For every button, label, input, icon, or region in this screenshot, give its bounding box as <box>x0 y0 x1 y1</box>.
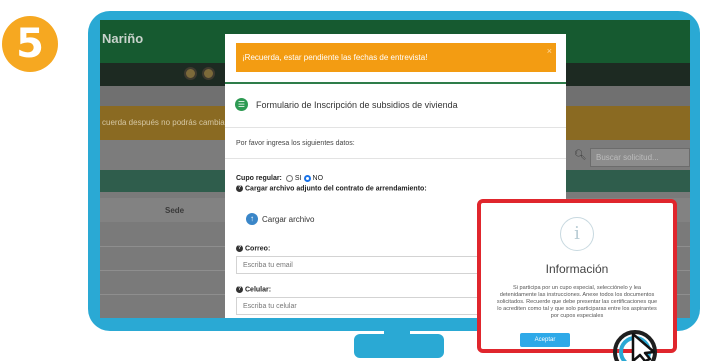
interview-alert: ¡Recuerda, estar pendiente las fechas de… <box>236 43 556 72</box>
info-body: Si participa por un cupo especial, selec… <box>496 285 658 319</box>
bg-column-sede: Sede <box>165 206 185 215</box>
question-icon: ? <box>236 286 243 293</box>
question-icon: ? <box>236 185 243 192</box>
cupo-label: Cupo regular: <box>236 175 282 182</box>
info-icon: i <box>560 217 594 251</box>
monitor-stand <box>354 334 444 358</box>
modal-divider <box>225 82 566 84</box>
phone-label: Celular: <box>245 286 272 294</box>
modal-title-row: ☰ Formulario de Inscripción de subsidios… <box>235 98 458 111</box>
question-icon: ? <box>236 245 243 252</box>
modal-title: Formulario de Inscripción de subsidios d… <box>256 99 458 110</box>
upload-file-label: Cargar archivo <box>262 214 315 224</box>
step-number-badge: 5 <box>2 16 58 72</box>
alert-text: ¡Recuerda, estar pendiente las fechas de… <box>242 53 428 62</box>
form-icon: ☰ <box>235 98 248 111</box>
bg-circle-icon <box>202 67 215 80</box>
bg-search-placeholder: Buscar solicitud... <box>596 153 659 162</box>
form-instructions: Por favor ingresa los siguientes datos: <box>236 140 355 147</box>
contract-label: Cargar archivo adjunto del contrato de a… <box>245 185 427 193</box>
pointer-cursor-icon <box>613 330 657 361</box>
phone-label-row: ? Celular: <box>236 286 271 293</box>
bg-app-brand: Nariño <box>102 31 144 46</box>
upload-file-button[interactable]: ↑ Cargar archivo <box>246 213 314 225</box>
cupo-no-label: NO <box>312 175 324 182</box>
info-title: Información <box>545 262 609 276</box>
modal-divider <box>225 158 566 159</box>
accept-button[interactable]: Aceptar <box>520 333 570 347</box>
cupo-regular-group: Cupo regular: SI NO <box>236 175 323 182</box>
cupo-no-radio[interactable] <box>303 175 311 182</box>
email-label: Correo: <box>245 245 271 253</box>
modal-divider <box>225 127 566 128</box>
bg-circle-icon <box>184 67 197 80</box>
tutorial-stage: 5 Nariño cuerda después no podrás cambia… <box>0 0 711 361</box>
bg-warning-text: cuerda después no podrás cambia <box>102 118 225 127</box>
cupo-si-label: SI <box>294 175 302 182</box>
contract-label-row: ? Cargar archivo adjunto del contrato de … <box>236 185 427 192</box>
email-label-row: ? Correo: <box>236 245 270 252</box>
close-icon[interactable]: × <box>547 46 552 56</box>
bg-toolbar-icons <box>184 67 215 80</box>
upload-icon: ↑ <box>246 213 258 225</box>
cupo-si-radio[interactable] <box>285 175 293 182</box>
search-icon: 🔍︎ <box>574 150 587 161</box>
